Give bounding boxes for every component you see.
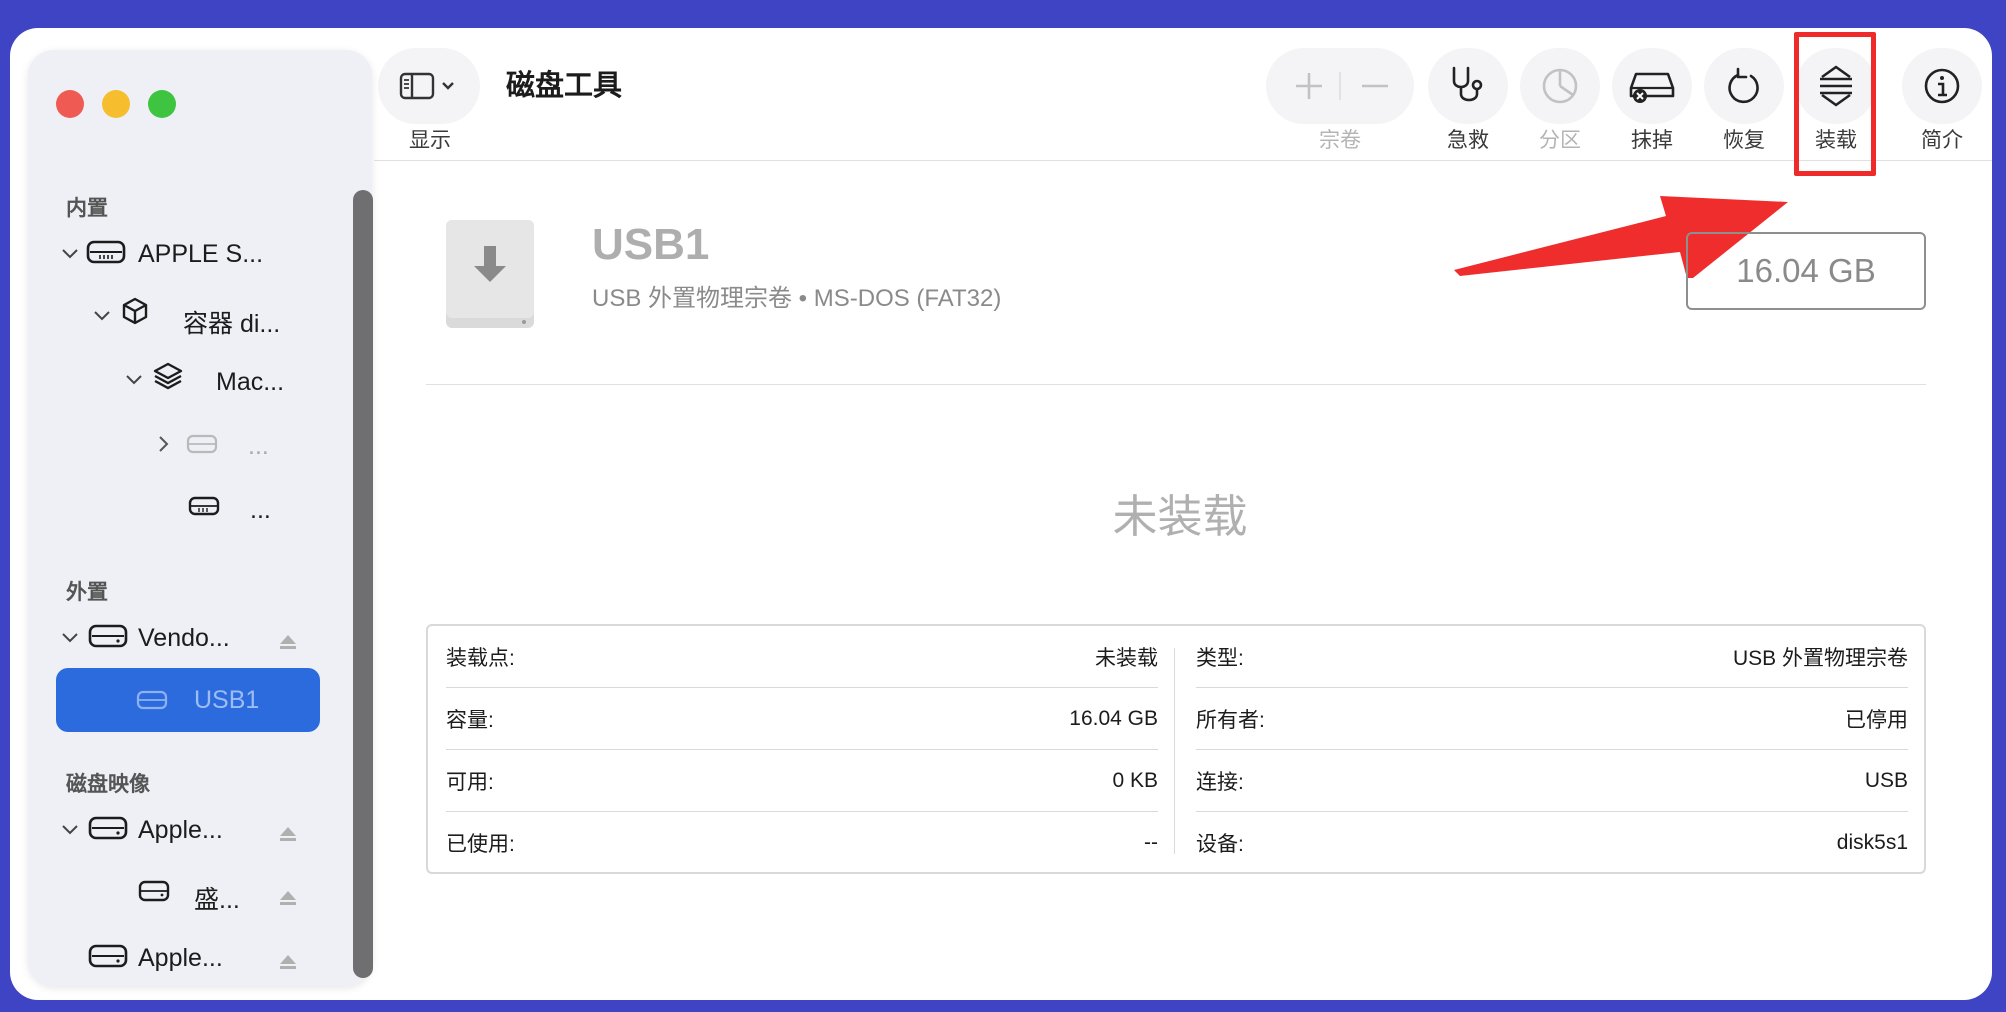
- row-value: USB: [1864, 769, 1908, 792]
- eject-icon[interactable]: [278, 824, 298, 844]
- table-row: 连接: USB: [1196, 750, 1908, 812]
- sidebar-item-vendor[interactable]: Vendo...: [138, 624, 230, 653]
- volume-name: USB1: [592, 220, 710, 269]
- row-value: 已停用: [1845, 709, 1908, 732]
- plus-minus-icons: [1296, 72, 1388, 100]
- table-row: 所有者: 已停用: [1196, 688, 1908, 750]
- sidebar-toggle-icon: [399, 72, 454, 100]
- partition-button[interactable]: [1520, 48, 1600, 124]
- hard-disk-icon: [86, 240, 126, 264]
- external-disk-icon: [136, 690, 168, 710]
- window-title: 磁盘工具: [506, 70, 623, 102]
- zoom-button[interactable]: [148, 90, 176, 118]
- first-aid-button[interactable]: [1428, 48, 1508, 124]
- sidebar-item-image-volume[interactable]: 盛...: [194, 880, 240, 916]
- row-key: 设备:: [1196, 833, 1244, 856]
- minimize-button[interactable]: [102, 90, 130, 118]
- volume-label: 宗卷: [1319, 129, 1361, 152]
- layers-icon: [153, 362, 183, 390]
- disk-image-icon: [88, 944, 128, 968]
- row-value: disk5s1: [1836, 831, 1908, 854]
- table-column-divider: [1174, 648, 1175, 854]
- header-divider: [426, 384, 1926, 385]
- sidebar-item-mac-volume[interactable]: Mac...: [216, 368, 284, 397]
- info-button[interactable]: [1902, 48, 1982, 124]
- restore-arrow-icon: [1728, 67, 1759, 104]
- erase-disk-icon: [1629, 72, 1675, 103]
- sidebar-item-snapshot[interactable]: ...: [248, 432, 269, 461]
- eject-icon[interactable]: [278, 888, 298, 908]
- sidebar-item-usb1-selected[interactable]: [56, 668, 320, 732]
- row-key: 连接:: [1196, 771, 1244, 794]
- row-key: 装载点:: [446, 647, 515, 670]
- chevron-right-icon[interactable]: [154, 434, 174, 454]
- sidebar-item-usb1-label: USB1: [194, 686, 260, 714]
- section-internal: 内置: [66, 197, 108, 220]
- first-aid-label: 急救: [1447, 129, 1489, 152]
- partition-label: 分区: [1539, 129, 1581, 152]
- disk-image-icon: [88, 816, 128, 840]
- usb-drive-icon: [446, 220, 534, 328]
- sidebar-item-data[interactable]: ...: [250, 496, 271, 525]
- volume-add-remove-group: [1266, 48, 1414, 124]
- restore-label: 恢复: [1723, 129, 1765, 152]
- container-icon: [122, 297, 148, 325]
- table-row: 可用: 0 KB: [446, 750, 1158, 812]
- chevron-down-icon[interactable]: [124, 370, 144, 390]
- chevron-down-icon[interactable]: [60, 820, 80, 840]
- info-table: 装载点: 未装载 容量: 16.04 GB 可用: 0 KB 已使用: -- 类…: [426, 624, 1926, 874]
- row-key: 可用:: [446, 771, 494, 794]
- row-key: 所有者:: [1196, 709, 1265, 732]
- sidebar-item-apple-image-2[interactable]: Apple...: [138, 944, 223, 973]
- chevron-down-icon[interactable]: [92, 306, 112, 326]
- table-row: 装载点: 未装载: [446, 626, 1158, 688]
- info-icon: [1924, 68, 1960, 104]
- restore-button[interactable]: [1704, 48, 1784, 124]
- eject-icon[interactable]: [278, 632, 298, 652]
- table-row: 容量: 16.04 GB: [446, 688, 1158, 750]
- table-row: 设备: disk5s1: [1196, 812, 1908, 874]
- sidebar: 内置 APPLE S... 容器 di... Mac... ... ... 外置…: [28, 50, 373, 986]
- row-key: 已使用:: [446, 833, 515, 856]
- sidebar-scrollbar[interactable]: [353, 190, 373, 978]
- disk-utility-window: 内置 APPLE S... 容器 di... Mac... ... ... 外置…: [10, 28, 1992, 1000]
- section-external: 外置: [66, 581, 108, 604]
- volume-subtitle: USB 外置物理宗卷 • MS-DOS (FAT32): [592, 285, 1002, 312]
- sidebar-item-container[interactable]: 容器 di...: [183, 304, 280, 340]
- pie-partition-icon: [1542, 68, 1578, 104]
- sidebar-item-apple-ssd[interactable]: APPLE S...: [138, 240, 263, 269]
- chevron-down-icon[interactable]: [60, 244, 80, 264]
- table-row: 已使用: --: [446, 812, 1158, 874]
- info-label: 简介: [1921, 129, 1963, 152]
- section-disk-images: 磁盘映像: [66, 773, 150, 796]
- row-value: 未装载: [1095, 647, 1158, 670]
- close-button[interactable]: [56, 90, 84, 118]
- mount-status-text: 未装载: [1112, 491, 1248, 542]
- capacity-badge: 16.04 GB: [1686, 232, 1926, 310]
- annotation-highlight-box: [1794, 32, 1876, 176]
- row-value: 0 KB: [1112, 769, 1158, 792]
- disk-image-icon: [138, 880, 170, 902]
- table-row: 类型: USB 外置物理宗卷: [1196, 626, 1908, 688]
- hard-disk-icon: [188, 496, 220, 516]
- row-value: USB 外置物理宗卷: [1732, 647, 1908, 670]
- erase-label: 抹掉: [1631, 129, 1673, 152]
- row-key: 类型:: [1196, 647, 1244, 670]
- hard-disk-icon: [186, 434, 218, 454]
- stethoscope-icon: [1452, 66, 1483, 102]
- view-label: 显示: [409, 129, 451, 152]
- row-value: 16.04 GB: [1069, 707, 1158, 730]
- row-key: 容量:: [446, 709, 494, 732]
- view-toggle-button[interactable]: [378, 48, 480, 124]
- eject-icon[interactable]: [278, 952, 298, 972]
- sidebar-item-apple-image-1[interactable]: Apple...: [138, 816, 223, 845]
- chevron-down-icon[interactable]: [60, 628, 80, 648]
- erase-button[interactable]: [1612, 48, 1692, 124]
- external-disk-icon: [88, 624, 128, 648]
- row-value: --: [1144, 831, 1158, 854]
